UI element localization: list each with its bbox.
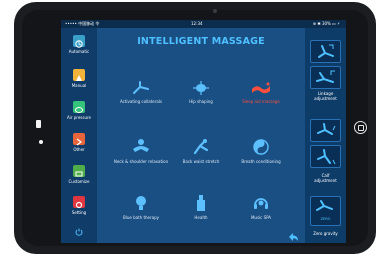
power-button[interactable] <box>61 227 97 237</box>
sidebar-item-label: Automatic <box>68 49 90 54</box>
program-label: Music SPA <box>250 215 272 220</box>
customize-icon <box>73 165 85 177</box>
calf-down-icon <box>317 149 336 165</box>
sidebar: Automatic Manual Air pressure Other Cust… <box>61 28 97 243</box>
main-panel: INTELLIGENT MASSAGE Activating collatera… <box>97 28 305 243</box>
program-label: Hip shaping <box>189 99 213 104</box>
calf-up-button[interactable] <box>310 119 341 142</box>
automatic-icon <box>73 35 85 48</box>
other-icon <box>73 133 85 146</box>
program-blue-bath-therapy[interactable]: Blue bath therapy <box>109 194 173 220</box>
sidebar-item-automatic[interactable]: Automatic <box>61 35 97 54</box>
health-icon <box>197 195 205 211</box>
home-button[interactable] <box>354 121 367 134</box>
sidebar-item-other[interactable]: Other <box>61 133 97 152</box>
zero-gravity-icon <box>316 200 333 211</box>
carrier-text: ••••• 中国移动 令 <box>65 21 100 26</box>
breath-conditioning-icon <box>253 139 269 155</box>
sidebar-item-setting[interactable]: Setting <box>61 196 97 215</box>
sidebar-item-air-pressure[interactable]: Air pressure <box>61 101 97 120</box>
program-label: Blue bath therapy <box>122 215 160 220</box>
calf-label: Calf adjustment <box>305 173 346 183</box>
sidebar-item-label: Setting <box>71 210 87 215</box>
sidebar-item-manual[interactable]: Manual <box>61 69 97 88</box>
zero-badge: ZERO <box>320 217 331 221</box>
back-waist-stretch-icon <box>193 139 209 155</box>
setting-icon <box>73 196 85 209</box>
sidebar-item-label: Other <box>73 147 85 152</box>
calf-up-icon <box>317 123 336 135</box>
blue-bath-therapy-icon <box>136 196 146 210</box>
app-screen: ••••• 中国移动 令 12:34 ⊕ ✱ 30% ▭ ⚡ Automatic… <box>61 20 346 243</box>
program-back-waist-stretch[interactable]: Back waist stretch <box>169 138 233 164</box>
sidebar-item-label: Air pressure <box>66 115 92 120</box>
sidebar-item-customize[interactable]: Customize <box>61 165 97 184</box>
calf-label-sub: adjustment <box>314 178 337 183</box>
program-label: Activating collaterals <box>119 99 163 104</box>
clock: 12:34 <box>191 21 203 26</box>
sidebar-item-label: Manual <box>71 83 87 88</box>
linkage-label: Linkage adjustment <box>305 91 346 101</box>
sleep-aid-massage-icon <box>252 82 270 94</box>
program-hip-shaping[interactable]: Hip shaping <box>169 80 233 104</box>
status-bar: ••••• 中国移动 令 12:34 ⊕ ✱ 30% ▭ ⚡ <box>61 20 346 28</box>
backrest-up-button[interactable] <box>310 40 341 63</box>
program-label: Sleep aid massage <box>242 99 280 104</box>
side-button <box>36 120 41 128</box>
adjustment-panel: Linkage adjustment Calf adjustment ZERO … <box>305 28 346 243</box>
backrest-down-button[interactable] <box>310 66 341 89</box>
zero-gravity-button[interactable]: ZERO <box>310 196 341 226</box>
program-label: Breath conditioning <box>241 159 281 164</box>
program-health[interactable]: Health <box>169 194 233 220</box>
program-music-spa[interactable]: Music SPA <box>229 194 293 220</box>
front-camera <box>213 9 217 13</box>
program-label: Back waist stretch <box>182 159 220 164</box>
manual-icon <box>73 69 85 81</box>
activating-collaterals-icon <box>133 81 149 94</box>
air-pressure-icon <box>73 101 85 113</box>
program-sleep-aid-massage[interactable]: Sleep aid massage <box>229 80 293 104</box>
battery-status: ⊕ ✱ 30% ▭ ⚡ <box>312 21 340 26</box>
recline-down-icon <box>316 70 335 83</box>
back-button[interactable] <box>287 227 299 243</box>
back-arrow-icon <box>289 233 298 241</box>
program-breath-conditioning[interactable]: Breath conditioning <box>229 138 293 164</box>
power-icon <box>61 227 97 237</box>
hip-shaping-icon <box>193 81 209 95</box>
program-label: Neck & shoulder relaxation <box>113 159 169 164</box>
neck-shoulder-relaxation-icon <box>133 139 149 152</box>
linkage-label-sub: adjustment <box>314 96 337 101</box>
recline-up-icon <box>318 44 334 58</box>
side-sensor <box>39 140 43 144</box>
zero-gravity-label: Zero gravity <box>313 231 338 236</box>
program-neck-shoulder-relaxation[interactable]: Neck & shoulder relaxation <box>109 138 173 164</box>
sidebar-item-label: Customize <box>68 179 90 184</box>
program-label: Health <box>194 215 208 220</box>
page-title: INTELLIGENT MASSAGE <box>137 36 265 47</box>
calf-down-button[interactable] <box>310 145 341 168</box>
music-spa-icon <box>254 198 268 209</box>
program-activating-collaterals[interactable]: Activating collaterals <box>109 80 173 104</box>
